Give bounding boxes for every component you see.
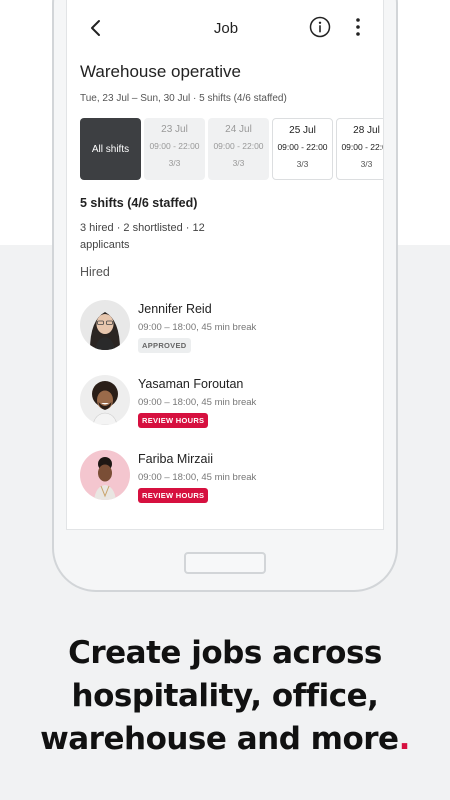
info-circle-icon[interactable] [309,16,331,38]
shift-time: 09:00 - 22:00 [149,141,200,151]
accent-dot: . [398,721,411,757]
shift-date: 25 Jul [289,125,316,136]
hired-section-heading: Hired [80,265,110,279]
headline-line-2: hospitality, office, [71,678,379,714]
more-vertical-icon[interactable] [350,16,366,38]
person-name: Jennifer Reid [138,302,212,316]
headline-line-3-text: warehouse and more [40,721,399,757]
hired-person-row[interactable]: Yasaman Foroutan 09:00 – 18:00, 45 min b… [80,375,380,431]
person-hours: 09:00 – 18:00, 45 min break [138,472,257,483]
shift-card[interactable]: 28 Jul 09:00 - 22:00 3/3 [336,118,383,180]
avatar [80,300,130,350]
page-title: Job [213,20,239,37]
shift-staffed: 3/3 [296,159,309,169]
shift-date: 24 Jul [225,124,252,135]
person-hours: 09:00 – 18:00, 45 min break [138,322,257,333]
shift-selector: All shifts 23 Jul 09:00 - 22:00 3/3 24 J… [80,118,383,180]
all-shifts-label: All shifts [91,143,130,155]
approved-badge: APPROVED [138,338,191,353]
hired-person-row[interactable]: Fariba Mirzaii 09:00 – 18:00, 45 min bre… [80,450,380,506]
shift-staffed: 3/3 [168,158,181,168]
app-top-bar: Job [67,10,383,48]
shift-card[interactable]: 24 Jul 09:00 - 22:00 3/3 [208,118,269,180]
phone-screen: Job Warehouse operative Tue, 23 Jul – Su… [66,0,384,530]
all-shifts-chip[interactable]: All shifts [80,118,141,180]
avatar [80,450,130,500]
applicant-counts: 3 hired · 2 shortlisted · 12 applicants [80,222,205,251]
person-name: Fariba Mirzaii [138,452,214,466]
shift-time: 09:00 - 22:00 [213,141,264,151]
marketing-headline: Create jobs across hospitality, office, … [0,632,450,761]
shift-staffed: 3/3 [360,159,373,169]
person-name: Yasaman Foroutan [138,377,244,391]
shift-time: 09:00 - 22:00 [341,142,383,152]
shifts-summary-title: 5 shifts (4/6 staffed) [80,196,198,210]
shift-date: 23 Jul [161,124,188,135]
hired-person-row[interactable]: Jennifer Reid 09:00 – 18:00, 45 min brea… [80,300,380,356]
job-title: Warehouse operative [80,62,241,81]
shift-card[interactable]: 23 Jul 09:00 - 22:00 3/3 [144,118,205,180]
person-hours: 09:00 – 18:00, 45 min break [138,397,257,408]
shift-staffed: 3/3 [232,158,245,168]
phone-home-button [184,552,266,574]
shift-date: 28 Jul [353,125,380,136]
review-hours-button[interactable]: REVIEW HOURS [138,488,209,503]
review-hours-button[interactable]: REVIEW HOURS [138,413,209,428]
headline-line-1: Create jobs across [68,635,382,671]
shift-time: 09:00 - 22:00 [277,142,328,152]
shift-card[interactable]: 25 Jul 09:00 - 22:00 3/3 [272,118,333,180]
headline-line-3: warehouse and more. [0,718,450,761]
job-date-range: Tue, 23 Jul – Sun, 30 Jul · 5 shifts (4/… [80,93,287,104]
avatar [80,375,130,425]
